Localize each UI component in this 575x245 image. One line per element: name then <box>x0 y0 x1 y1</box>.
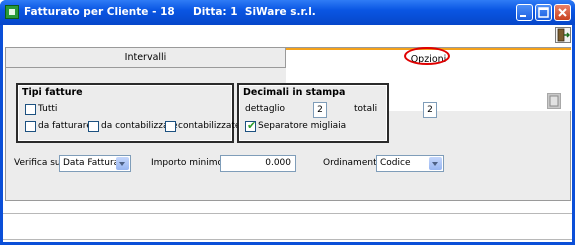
options-panel: Intervalli Opzioni Tipi fatture Tutti da… <box>5 47 571 201</box>
separatore-checkbox[interactable]: ✔ <box>245 119 257 132</box>
page-icon <box>549 95 559 107</box>
tipi-fatture-group: Tipi fatture Tutti da fatturare da conta… <box>16 83 240 143</box>
app-window: Fatturato per Cliente - 18 Ditta: 1 SiWa… <box>0 0 575 245</box>
maximize-button[interactable] <box>535 4 552 21</box>
app-icon <box>5 5 19 19</box>
divider <box>3 213 572 214</box>
verifica-value: Data Fattura <box>63 158 120 168</box>
importo-label: Importo minimo <box>151 158 223 168</box>
da-fatturare-label: da fatturare <box>38 121 92 131</box>
exit-door-icon <box>557 28 570 42</box>
totali-label: totali <box>354 104 378 114</box>
minimize-icon <box>520 15 526 17</box>
contabilizzate-checkbox[interactable] <box>165 121 176 132</box>
dettaglio-input[interactable]: 2 <box>313 102 327 118</box>
ordinamento-value: Codice <box>380 158 411 168</box>
document-icon[interactable] <box>547 93 561 109</box>
chevron-down-icon[interactable] <box>429 157 442 170</box>
verifica-select[interactable]: Data Fattura <box>59 155 131 172</box>
tipi-fatture-title: Tipi fatture <box>22 87 83 98</box>
window-title: Fatturato per Cliente - 18 Ditta: 1 SiWa… <box>24 6 316 18</box>
importo-input[interactable]: 0.000 <box>220 155 296 172</box>
ordinamento-label: Ordinamento <box>323 158 383 168</box>
decimali-title: Decimali in stampa <box>243 87 346 98</box>
close-button[interactable] <box>554 4 571 21</box>
minimize-button[interactable] <box>516 4 533 21</box>
tutti-checkbox[interactable] <box>25 104 36 115</box>
check-icon: ✔ <box>247 119 257 132</box>
totali-input[interactable]: 2 <box>423 102 437 118</box>
da-contabilizzare-checkbox[interactable] <box>88 121 99 132</box>
chevron-down-icon[interactable] <box>116 157 129 170</box>
close-icon <box>558 8 567 17</box>
client-area: Intervalli Opzioni Tipi fatture Tutti da… <box>3 25 572 242</box>
maximize-icon <box>538 7 549 18</box>
contabilizzate-label: contabilizzate <box>178 121 241 131</box>
tutti-label: Tutti <box>38 104 58 114</box>
ordinamento-select[interactable]: Codice <box>376 155 444 172</box>
da-fatturare-checkbox[interactable] <box>25 121 36 132</box>
dettaglio-label: dettaglio <box>245 104 286 114</box>
annotation-circle <box>404 47 450 65</box>
decimali-group: Decimali in stampa dettaglio 2 totali 2 … <box>237 83 437 143</box>
divider <box>3 239 572 240</box>
exit-button[interactable] <box>555 27 571 43</box>
tab-intervalli[interactable]: Intervalli <box>6 48 286 68</box>
separatore-label: Separatore migliaia <box>258 121 347 131</box>
verifica-label: Verifica su <box>14 158 61 168</box>
title-bar[interactable]: Fatturato per Cliente - 18 Ditta: 1 SiWa… <box>0 0 575 25</box>
